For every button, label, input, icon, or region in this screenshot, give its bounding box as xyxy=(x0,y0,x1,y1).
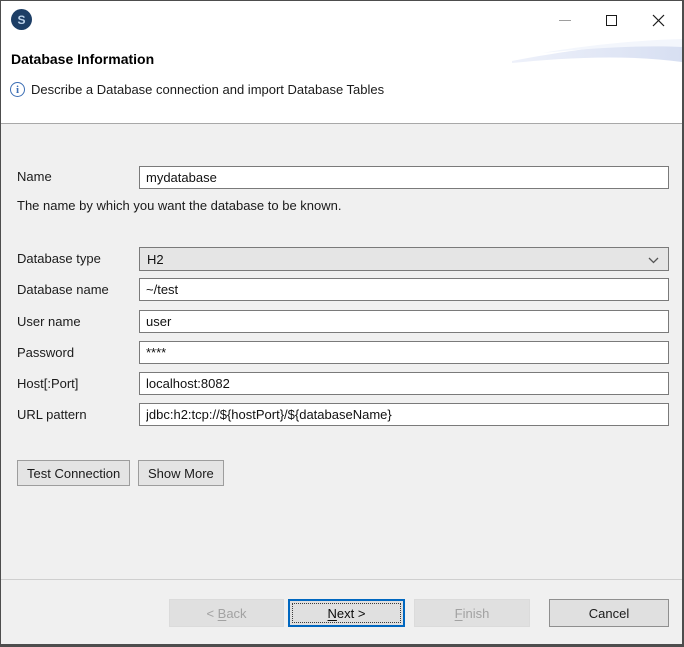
app-logo-icon: S xyxy=(11,9,32,30)
user-name-input[interactable] xyxy=(139,310,669,333)
database-type-select[interactable]: H2 xyxy=(139,247,669,271)
url-pattern-input[interactable] xyxy=(139,403,669,426)
show-more-button[interactable]: Show More xyxy=(138,460,224,486)
cancel-button[interactable]: Cancel xyxy=(549,599,669,627)
finish-label: Finish xyxy=(455,606,490,621)
database-type-value: H2 xyxy=(147,252,164,267)
titlebar: S xyxy=(1,1,682,39)
minimize-icon xyxy=(559,20,571,21)
finish-button[interactable]: Finish xyxy=(414,599,530,627)
back-label: < Back xyxy=(206,606,246,621)
back-button[interactable]: < Back xyxy=(169,599,284,627)
header-message: Describe a Database connection and impor… xyxy=(31,82,384,97)
wizard-banner: Database Information Describe a Database… xyxy=(1,39,682,123)
close-icon xyxy=(652,14,665,27)
info-icon xyxy=(10,82,25,97)
wizard-button-bar: < Back Next > Finish Cancel xyxy=(1,580,682,644)
name-help-text: The name by which you want the database … xyxy=(17,198,341,213)
header-message-row: Describe a Database connection and impor… xyxy=(10,82,384,97)
url-pattern-label: URL pattern xyxy=(17,407,87,422)
close-button[interactable] xyxy=(635,1,682,39)
chevron-down-icon xyxy=(648,257,659,264)
user-name-label: User name xyxy=(17,314,81,329)
database-information-dialog: S xyxy=(0,0,684,647)
next-button[interactable]: Next > xyxy=(288,599,405,627)
database-name-label: Database name xyxy=(17,282,109,297)
banner-swoosh-decoration xyxy=(512,39,682,67)
test-connection-button[interactable]: Test Connection xyxy=(17,460,130,486)
cancel-label: Cancel xyxy=(589,606,629,621)
form-area: Name The name by which you want the data… xyxy=(1,124,682,579)
host-port-label: Host[:Port] xyxy=(17,376,78,391)
database-type-label: Database type xyxy=(17,251,101,266)
maximize-button[interactable] xyxy=(588,1,635,39)
name-label: Name xyxy=(17,169,52,184)
next-label: Next > xyxy=(328,606,366,621)
minimize-button[interactable] xyxy=(541,1,588,39)
password-input[interactable] xyxy=(139,341,669,364)
maximize-icon xyxy=(606,15,617,26)
window-controls xyxy=(541,1,682,39)
password-label: Password xyxy=(17,345,74,360)
database-name-input[interactable] xyxy=(139,278,669,301)
name-input[interactable] xyxy=(139,166,669,189)
host-port-input[interactable] xyxy=(139,372,669,395)
page-title: Database Information xyxy=(11,51,154,67)
